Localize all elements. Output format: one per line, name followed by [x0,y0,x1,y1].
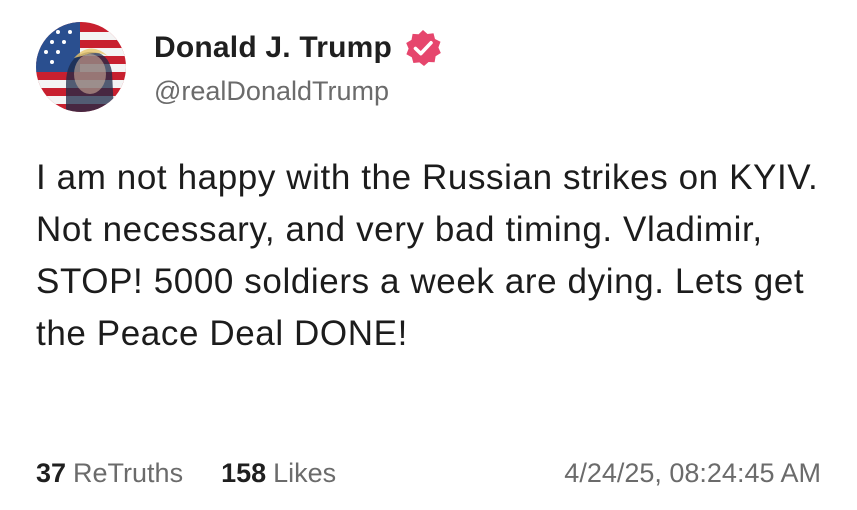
likes-stat[interactable]: 158 Likes [221,458,336,489]
post-header: Donald J. Trump @realDonaldTrump [36,22,443,112]
author-display-name[interactable]: Donald J. Trump [154,31,392,65]
likes-label: Likes [273,458,337,488]
truth-post: Donald J. Trump @realDonaldTrump I am no… [0,0,857,510]
post-timestamp: 4/24/25, 08:24:45 AM [564,458,821,488]
author-identity: Donald J. Trump @realDonaldTrump [154,28,443,107]
retruths-label: ReTruths [73,458,184,488]
avatar[interactable] [36,22,126,112]
retruths-count: 37 [36,458,67,488]
name-row: Donald J. Trump [154,28,443,68]
verified-badge-icon [406,29,441,66]
author-handle[interactable]: @realDonaldTrump [154,76,443,107]
retruths-stat[interactable]: 37 ReTruths [36,458,183,489]
likes-count: 158 [221,458,267,488]
post-footer: 37 ReTruths 158 Likes 4/24/25, 08:24:45 … [36,458,821,489]
post-body-text: I am not happy with the Russian strikes … [36,158,819,353]
flag-portrait-avatar-icon [36,22,126,112]
